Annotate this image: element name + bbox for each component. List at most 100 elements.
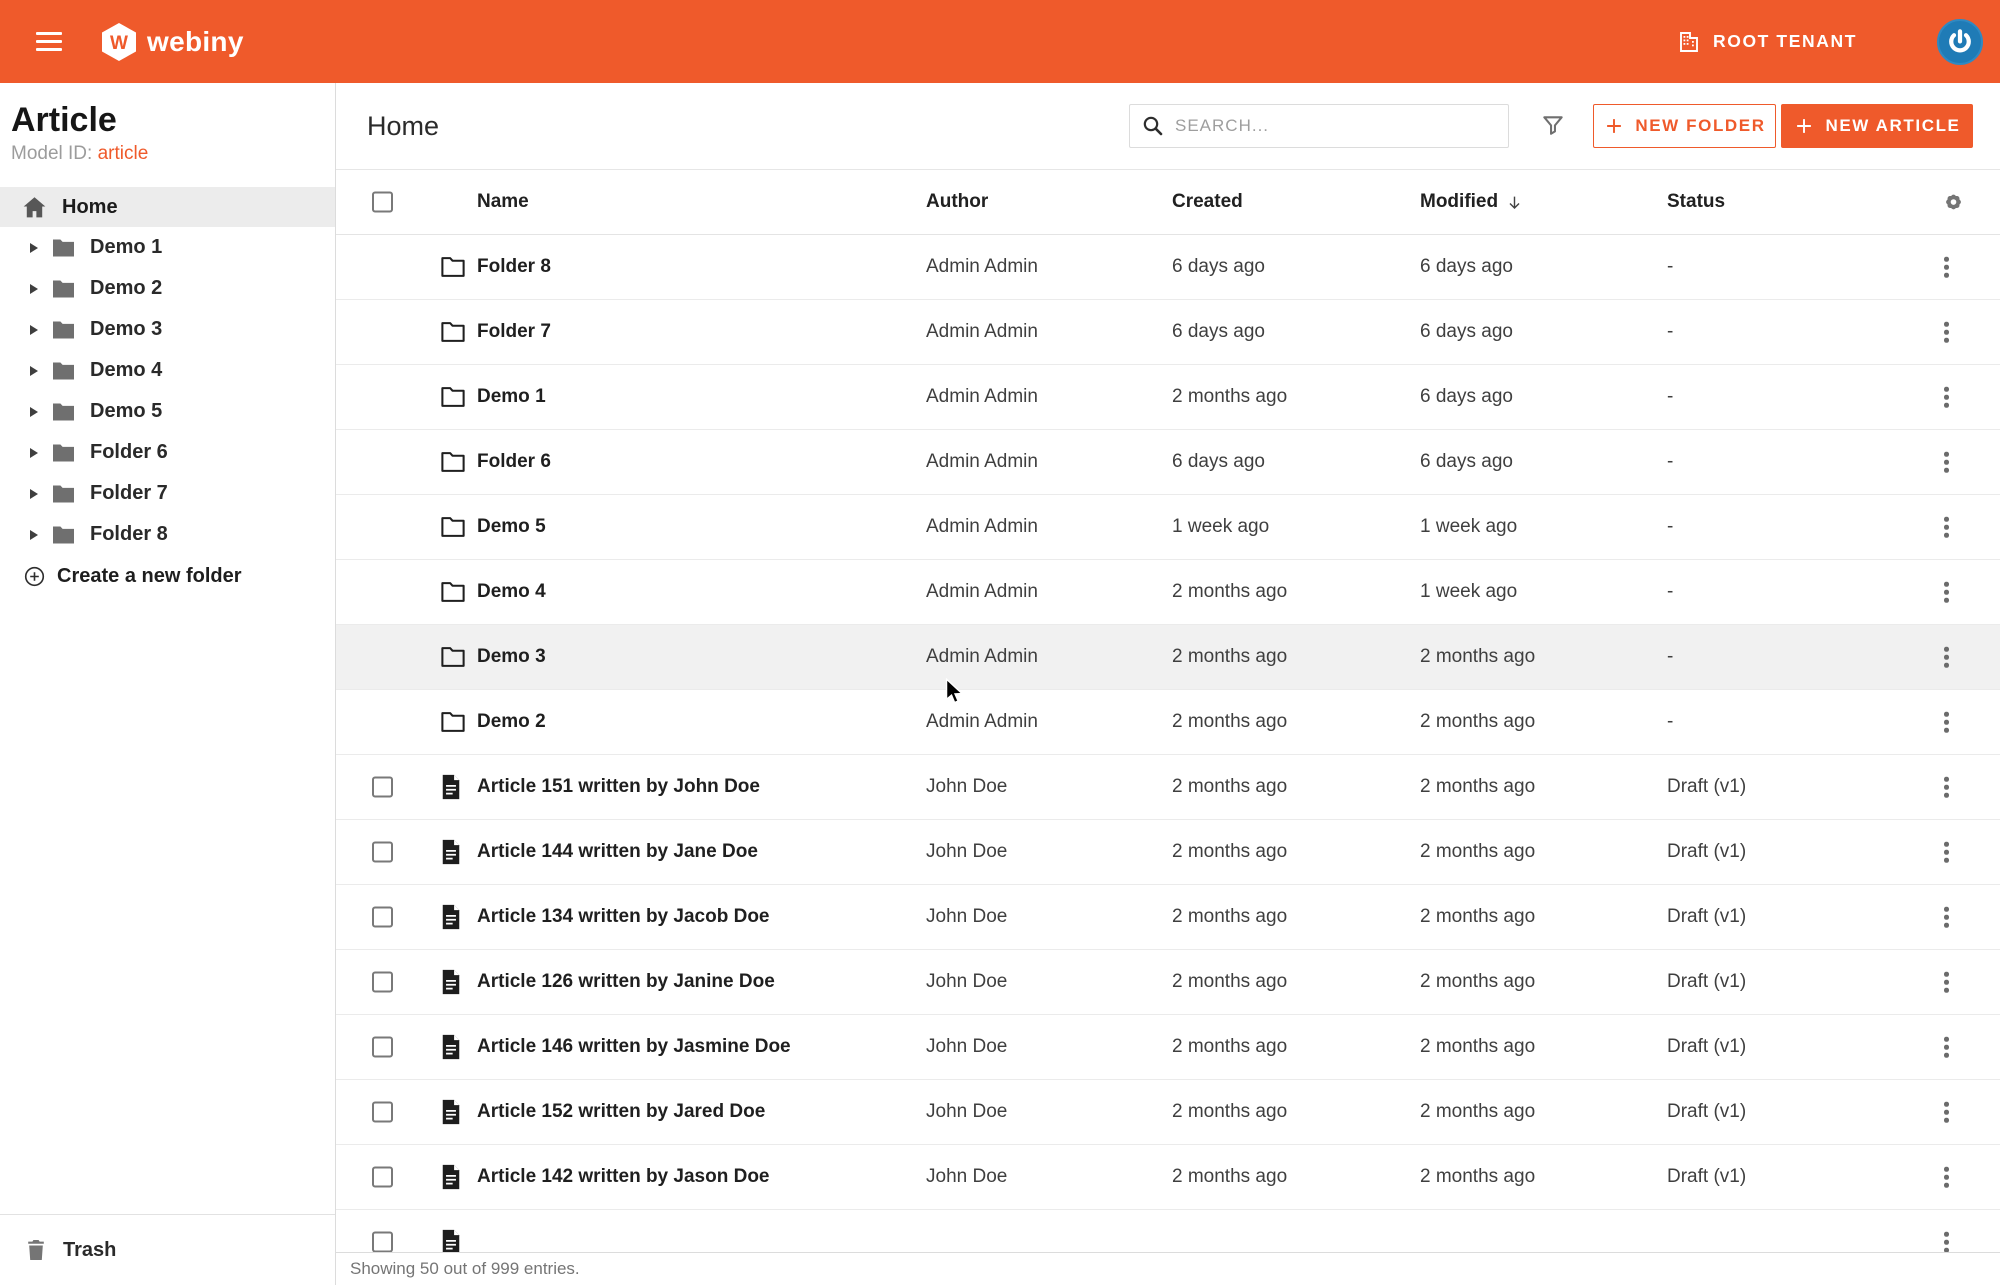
entry-name[interactable]: Demo 3	[477, 646, 546, 668]
row-checkbox[interactable]	[372, 1232, 393, 1253]
row-menu-button[interactable]	[1940, 708, 1953, 737]
entry-created: 6 days ago	[1172, 321, 1265, 343]
row-menu-button[interactable]	[1940, 513, 1953, 542]
table-row[interactable]: Demo 4 Admin Admin 2 months ago 1 week a…	[336, 560, 2000, 625]
row-menu-button[interactable]	[1940, 318, 1953, 347]
model-title: Article	[11, 99, 323, 141]
table-row[interactable]: Article 151 written by John Doe John Doe…	[336, 755, 2000, 820]
sidebar-folder-item[interactable]: Demo 4	[0, 350, 335, 391]
entry-name[interactable]: Folder 7	[477, 321, 551, 343]
folder-outline-icon	[440, 321, 466, 343]
row-checkbox[interactable]	[372, 907, 393, 928]
sidebar-folder-item[interactable]: Demo 2	[0, 268, 335, 309]
create-folder-button[interactable]: Create a new folder	[0, 555, 335, 597]
table-row[interactable]: Folder 8 Admin Admin 6 days ago 6 days a…	[336, 235, 2000, 300]
entry-name[interactable]: Folder 8	[477, 256, 551, 278]
table-row[interactable]: Article 142 written by Jason Doe John Do…	[336, 1145, 2000, 1210]
table-row[interactable]: Demo 1 Admin Admin 2 months ago 6 days a…	[336, 365, 2000, 430]
tenant-selector[interactable]: ROOT TENANT	[1677, 30, 1857, 54]
row-menu-button[interactable]	[1940, 1228, 1953, 1252]
entry-created: 6 days ago	[1172, 451, 1265, 473]
chevron-right-icon[interactable]	[30, 407, 38, 417]
table-row[interactable]: Article 144 written by Jane Doe John Doe…	[336, 820, 2000, 885]
sidebar-folder-item[interactable]: Folder 8	[0, 514, 335, 555]
sidebar-folder-item[interactable]: Folder 7	[0, 473, 335, 514]
chevron-right-icon[interactable]	[30, 448, 38, 458]
chevron-right-icon[interactable]	[30, 243, 38, 253]
row-menu-button[interactable]	[1940, 578, 1953, 607]
filter-button[interactable]	[1535, 108, 1571, 144]
entry-name[interactable]: Demo 4	[477, 581, 546, 603]
entry-author: Admin Admin	[926, 256, 1038, 278]
row-menu-button[interactable]	[1940, 448, 1953, 477]
sidebar-folder-item[interactable]: Demo 3	[0, 309, 335, 350]
column-header-name[interactable]: Name	[477, 191, 529, 213]
row-menu-button[interactable]	[1940, 383, 1953, 412]
sidebar-item-home[interactable]: Home	[0, 187, 335, 227]
row-menu-button[interactable]	[1940, 1033, 1953, 1062]
column-header-author[interactable]: Author	[926, 191, 988, 213]
chevron-right-icon[interactable]	[30, 325, 38, 335]
row-menu-button[interactable]	[1940, 903, 1953, 932]
table-row[interactable]: Demo 3 Admin Admin 2 months ago 2 months…	[336, 625, 2000, 690]
row-checkbox[interactable]	[372, 777, 393, 798]
webiny-hexagon-icon: W	[100, 22, 138, 62]
webiny-logo[interactable]: W	[100, 22, 138, 62]
sidebar-folder-item[interactable]: Demo 1	[0, 227, 335, 268]
column-header-modified[interactable]: Modified	[1420, 191, 1524, 213]
entry-name[interactable]: Article 126 written by Janine Doe	[477, 971, 775, 993]
sidebar-folder-item[interactable]: Folder 6	[0, 432, 335, 473]
row-menu-button[interactable]	[1940, 1098, 1953, 1127]
row-menu-button[interactable]	[1940, 968, 1953, 997]
column-header-status[interactable]: Status	[1667, 191, 1725, 213]
table-row[interactable]: Article 146 written by Jasmine Doe John …	[336, 1015, 2000, 1080]
new-folder-button[interactable]: NEW FOLDER	[1593, 104, 1776, 148]
chevron-right-icon[interactable]	[30, 366, 38, 376]
entry-name[interactable]: Folder 6	[477, 451, 551, 473]
user-avatar[interactable]	[1937, 19, 1983, 65]
entry-status: Draft (v1)	[1667, 906, 1746, 928]
entry-name[interactable]: Article 152 written by Jared Doe	[477, 1101, 765, 1123]
entry-name[interactable]: Demo 2	[477, 711, 546, 733]
row-menu-button[interactable]	[1940, 1163, 1953, 1192]
column-header-created[interactable]: Created	[1172, 191, 1243, 213]
row-checkbox[interactable]	[372, 842, 393, 863]
row-menu-button[interactable]	[1940, 838, 1953, 867]
entry-name[interactable]: Article 144 written by Jane Doe	[477, 841, 758, 863]
entry-name[interactable]: Article 134 written by Jacob Doe	[477, 906, 770, 928]
entry-name[interactable]: Demo 1	[477, 386, 546, 408]
entry-status: Draft (v1)	[1667, 841, 1746, 863]
table-row[interactable]: Demo 2 Admin Admin 2 months ago 2 months…	[336, 690, 2000, 755]
new-article-label: NEW ARTICLE	[1825, 116, 1960, 136]
row-menu-button[interactable]	[1940, 253, 1953, 282]
row-menu-button[interactable]	[1940, 643, 1953, 672]
chevron-right-icon[interactable]	[30, 284, 38, 294]
table-settings-button[interactable]	[1940, 189, 1967, 216]
entry-name[interactable]: Demo 5	[477, 516, 546, 538]
select-all-checkbox[interactable]	[372, 192, 393, 213]
table-row[interactable]: Folder 6 Admin Admin 6 days ago 6 days a…	[336, 430, 2000, 495]
table-row[interactable]	[336, 1210, 2000, 1252]
entry-name[interactable]: Article 142 written by Jason Doe	[477, 1166, 770, 1188]
entry-name[interactable]: Article 146 written by Jasmine Doe	[477, 1036, 791, 1058]
table-row[interactable]: Folder 7 Admin Admin 6 days ago 6 days a…	[336, 300, 2000, 365]
entry-name[interactable]: Article 151 written by John Doe	[477, 776, 760, 798]
sidebar-folder-item[interactable]: Demo 5	[0, 391, 335, 432]
sidebar-item-label: Home	[62, 196, 118, 219]
chevron-right-icon[interactable]	[30, 489, 38, 499]
row-checkbox[interactable]	[372, 1167, 393, 1188]
menu-icon[interactable]	[36, 32, 62, 51]
row-menu-button[interactable]	[1940, 773, 1953, 802]
table-row[interactable]: Demo 5 Admin Admin 1 week ago 1 week ago…	[336, 495, 2000, 560]
row-checkbox[interactable]	[372, 972, 393, 993]
new-article-button[interactable]: NEW ARTICLE	[1781, 104, 1973, 148]
search-input[interactable]	[1175, 116, 1496, 136]
row-checkbox[interactable]	[372, 1037, 393, 1058]
table-row[interactable]: Article 134 written by Jacob Doe John Do…	[336, 885, 2000, 950]
entry-status: -	[1667, 516, 1673, 538]
trash-button[interactable]: Trash	[0, 1214, 335, 1285]
table-row[interactable]: Article 126 written by Janine Doe John D…	[336, 950, 2000, 1015]
chevron-right-icon[interactable]	[30, 530, 38, 540]
table-row[interactable]: Article 152 written by Jared Doe John Do…	[336, 1080, 2000, 1145]
row-checkbox[interactable]	[372, 1102, 393, 1123]
